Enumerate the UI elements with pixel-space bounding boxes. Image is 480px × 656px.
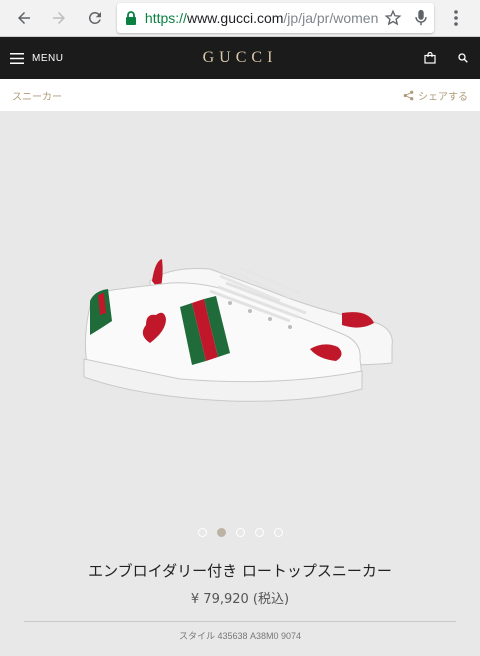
site-header: MENU GUCCI	[0, 37, 480, 79]
product-style-number: スタイル 435638 A38M0 9074	[178, 631, 302, 641]
product-name: エンブロイダリー付き ロートップスニーカー	[88, 562, 392, 580]
mic-icon[interactable]	[414, 9, 428, 27]
share-button[interactable]: シェアする	[403, 88, 468, 103]
gallery-dot[interactable]	[273, 528, 283, 537]
gallery-dot[interactable]	[235, 528, 245, 537]
url-host: www.gucci.com	[186, 10, 284, 26]
gucci-logo[interactable]: GUCCI	[203, 49, 278, 67]
gallery-dot[interactable]	[216, 528, 226, 537]
overflow-menu-icon[interactable]	[438, 0, 474, 36]
reload-icon[interactable]	[77, 0, 113, 36]
gallery-dot[interactable]	[197, 528, 207, 537]
divider	[24, 621, 456, 622]
product-info: エンブロイダリー付き ロートップスニーカー ¥ 79,920 (税込) スタイル…	[0, 545, 480, 642]
product-price: ¥ 79,920 (税込)	[190, 592, 290, 607]
shopping-bag-icon[interactable]	[424, 52, 436, 64]
lock-icon	[125, 10, 137, 26]
breadcrumb-bar: スニーカー シェアする	[0, 79, 480, 111]
search-icon[interactable]	[458, 53, 468, 63]
forward-icon[interactable]	[42, 0, 78, 36]
breadcrumb-sneakers[interactable]: スニーカー	[12, 88, 62, 103]
product-image-sneakers	[83, 259, 393, 402]
share-label: シェアする	[418, 91, 468, 103]
address-bar[interactable]: https://www.gucci.com/jp/ja/pr/women	[116, 3, 435, 33]
product-gallery[interactable]	[0, 111, 480, 545]
back-icon[interactable]	[6, 0, 42, 36]
url-scheme: https://	[144, 10, 187, 26]
menu-button[interactable]: MENU	[10, 52, 64, 64]
browser-toolbar: https://www.gucci.com/jp/ja/pr/women	[0, 0, 480, 37]
url-text[interactable]: https://www.gucci.com/jp/ja/pr/women	[145, 10, 378, 26]
gallery-pagination	[0, 528, 480, 537]
gallery-dot[interactable]	[254, 528, 264, 537]
hamburger-icon	[10, 52, 24, 64]
url-path: /jp/ja/pr/women	[283, 10, 379, 26]
menu-label: MENU	[32, 52, 64, 64]
share-icon	[403, 90, 414, 101]
star-icon[interactable]	[384, 9, 402, 27]
